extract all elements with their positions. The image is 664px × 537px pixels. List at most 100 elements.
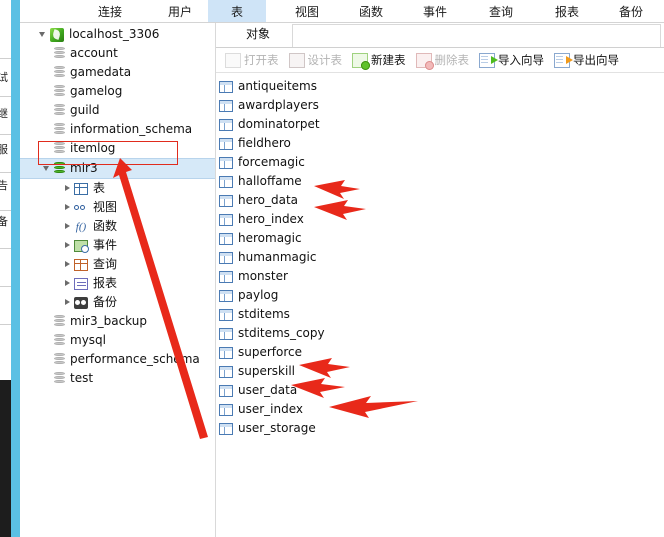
table-icon	[219, 271, 233, 283]
tree-node-grid[interactable]: 表	[20, 179, 215, 198]
table-list-item[interactable]: user_data	[219, 381, 664, 400]
table-name: halloffame	[238, 172, 302, 191]
table-list-item[interactable]: fieldhero	[219, 134, 664, 153]
table-list-item[interactable]: user_index	[219, 400, 664, 419]
top-tab-backup[interactable]: 备份	[600, 0, 662, 22]
design-table-button: 设计表	[285, 49, 347, 71]
table-name: awardplayers	[238, 96, 319, 115]
object-panel[interactable]: 对象 打开表设计表新建表删除表导入向导导出向导 antiqueitemsawar…	[216, 22, 664, 537]
table-icon	[219, 157, 233, 169]
tree-node-query[interactable]: 查询	[20, 255, 215, 274]
object-tab-empty-area	[292, 24, 661, 47]
chevron-right-icon[interactable]	[62, 198, 74, 217]
top-tab-connection[interactable]: 连接	[75, 0, 145, 22]
table-name: user_storage	[238, 419, 316, 438]
table-list-item[interactable]: stditems_copy	[219, 324, 664, 343]
tree-node-database[interactable]: mir3_backup	[20, 312, 215, 331]
tree-node-database[interactable]: information_schema	[20, 120, 215, 139]
export-wizard-label: 导出向导	[573, 52, 619, 68]
new-table-label: 新建表	[371, 52, 406, 68]
design-table-label: 设计表	[308, 52, 343, 68]
chevron-right-icon[interactable]	[62, 274, 74, 293]
top-tab-user[interactable]: 用户	[145, 0, 215, 22]
chevron-right-icon[interactable]	[62, 293, 74, 312]
view-icon	[74, 202, 88, 214]
tree-node-label: 查询	[93, 255, 117, 274]
tree-node-view[interactable]: 视图	[20, 198, 215, 217]
tree-node-database[interactable]: guild	[20, 101, 215, 120]
edge-rule	[0, 286, 11, 287]
top-tab-view[interactable]: 视图	[276, 0, 338, 22]
server-icon	[50, 28, 64, 42]
export-wizard-button[interactable]: 导出向导	[550, 49, 623, 71]
top-tab-report[interactable]: 报表	[536, 0, 598, 22]
database-icon	[54, 372, 65, 385]
tree-node-function[interactable]: f()函数	[20, 217, 215, 236]
tree-node-database[interactable]: gamedata	[20, 63, 215, 82]
table-list-item[interactable]: dominatorpet	[219, 115, 664, 134]
top-tab-event[interactable]: 事件	[404, 0, 466, 22]
table-list-item[interactable]: superforce	[219, 343, 664, 362]
database-icon	[54, 334, 65, 347]
table-icon	[219, 176, 233, 188]
top-tab-function[interactable]: 函数	[340, 0, 402, 22]
tree-node-server[interactable]: localhost_3306	[20, 25, 215, 44]
table-list-item[interactable]: paylog	[219, 286, 664, 305]
object-toolbar[interactable]: 打开表设计表新建表删除表导入向导导出向导	[216, 48, 664, 73]
open-table-label: 打开表	[244, 52, 279, 68]
import-wizard-button[interactable]: 导入向导	[475, 49, 548, 71]
table-list-item[interactable]: awardplayers	[219, 96, 664, 115]
table-icon	[219, 328, 233, 340]
tree-node-database[interactable]: performance_schema	[20, 350, 215, 369]
tree-node-database[interactable]: test	[20, 369, 215, 388]
table-icon	[219, 233, 233, 245]
chevron-right-icon[interactable]	[62, 236, 74, 255]
tree-node-label: mysql	[70, 331, 106, 350]
top-tab-query[interactable]: 查询	[470, 0, 532, 22]
top-tab-table[interactable]: 表	[208, 0, 266, 22]
table-name: hero_index	[238, 210, 304, 229]
new-table-button[interactable]: 新建表	[348, 49, 410, 71]
top-tab-bar[interactable]: 连接用户表视图 函数 事件查询报表备份	[20, 0, 664, 23]
table-list-item[interactable]: monster	[219, 267, 664, 286]
table-list-item[interactable]: humanmagic	[219, 248, 664, 267]
tree-node-label: 报表	[93, 274, 117, 293]
table-icon	[219, 385, 233, 397]
table-list-item[interactable]: superskill	[219, 362, 664, 381]
open-table-button: 打开表	[221, 49, 283, 71]
tab-object[interactable]: 对象	[230, 22, 286, 47]
table-list-item[interactable]: antiqueitems	[219, 77, 664, 96]
table-name: fieldhero	[238, 134, 291, 153]
chevron-right-icon[interactable]	[62, 255, 74, 274]
chevron-right-icon[interactable]	[62, 217, 74, 236]
tree-node-database[interactable]: account	[20, 44, 215, 63]
table-list[interactable]: antiqueitemsawardplayersdominatorpetfiel…	[216, 73, 664, 438]
table-list-item[interactable]: halloffame	[219, 172, 664, 191]
tree-node-database[interactable]: gamelog	[20, 82, 215, 101]
table-list-item[interactable]: hero_index	[219, 210, 664, 229]
tree-node-database[interactable]: mysql	[20, 331, 215, 350]
top-tab-label: 函数	[359, 3, 383, 20]
tree-node-event[interactable]: 事件	[20, 236, 215, 255]
database-icon	[54, 66, 65, 79]
table-list-item[interactable]: hero_data	[219, 191, 664, 210]
tree-node-backup[interactable]: 备份	[20, 293, 215, 312]
table-icon	[219, 252, 233, 264]
object-tab-bar[interactable]: 对象	[216, 22, 664, 48]
tree-node-label: performance_schema	[70, 350, 200, 369]
chevron-down-icon[interactable]	[38, 25, 50, 44]
table-name: superforce	[238, 343, 302, 362]
table-list-item[interactable]: forcemagic	[219, 153, 664, 172]
table-list-item[interactable]: stditems	[219, 305, 664, 324]
tree-node-label: test	[70, 369, 93, 388]
tree-node-label: 视图	[93, 198, 117, 217]
mir3-children[interactable]: 表视图f()函数事件查询报表备份	[20, 179, 215, 312]
table-name: paylog	[238, 286, 278, 305]
database-list-bottom[interactable]: mir3_backupmysqlperformance_schematest	[20, 312, 215, 388]
database-icon	[54, 123, 65, 136]
tree-node-report[interactable]: 报表	[20, 274, 215, 293]
table-list-item[interactable]: user_storage	[219, 419, 664, 438]
database-tree-panel[interactable]: localhost_3306 accountgamedatagameloggui…	[20, 22, 216, 537]
table-list-item[interactable]: heromagic	[219, 229, 664, 248]
chevron-right-icon[interactable]	[62, 179, 74, 198]
